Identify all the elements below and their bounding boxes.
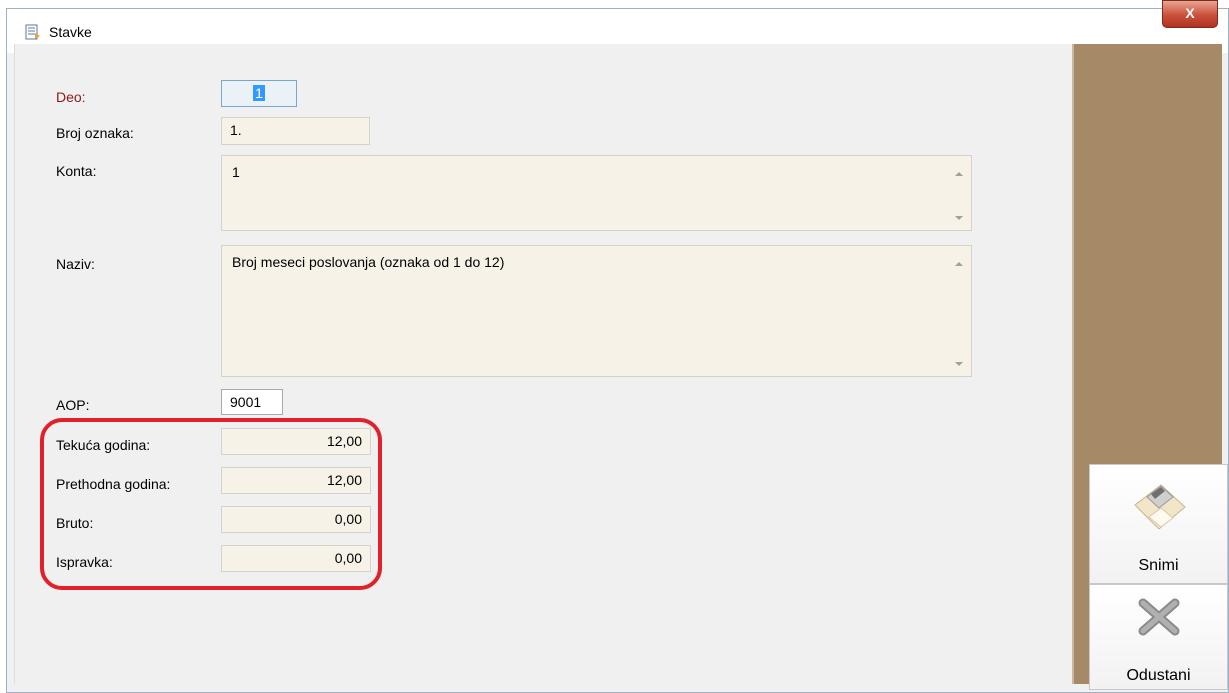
naziv-label: Naziv:: [56, 256, 95, 272]
broj-oznaka-field[interactable]: 1.: [221, 117, 370, 145]
aop-field[interactable]: 9001: [221, 389, 283, 415]
konta-label: Konta:: [56, 163, 97, 179]
konta-value: 1: [232, 164, 240, 180]
konta-scrollbar[interactable]: [952, 158, 969, 228]
floppy-disk-icon: [1133, 484, 1186, 530]
close-button[interactable]: X: [1162, 0, 1218, 28]
highlight-annotation: [40, 418, 382, 590]
konta-field[interactable]: 1: [221, 155, 972, 231]
save-label: Snimi: [1138, 557, 1179, 574]
window-form-icon: [25, 24, 40, 40]
scroll-up-icon[interactable]: [955, 172, 963, 176]
naziv-value: Broj meseci poslovanja (oznaka od 1 do 1…: [232, 254, 505, 270]
cancel-label: Odustani: [1126, 667, 1191, 684]
scroll-down-icon[interactable]: [955, 362, 963, 366]
naziv-field[interactable]: Broj meseci poslovanja (oznaka od 1 do 1…: [221, 245, 972, 377]
deo-field[interactable]: 1: [221, 80, 297, 107]
deo-label: Deo:: [56, 89, 86, 105]
broj-oznaka-label: Broj oznaka:: [56, 125, 134, 141]
scroll-up-icon[interactable]: [955, 262, 963, 266]
save-button[interactable]: Snimi: [1089, 464, 1228, 584]
deo-value: 1: [253, 85, 265, 101]
scroll-down-icon[interactable]: [955, 216, 963, 220]
close-x-icon: [1138, 598, 1179, 636]
window-title: Stavke: [49, 24, 92, 40]
cancel-button[interactable]: Odustani: [1089, 584, 1228, 690]
naziv-scrollbar[interactable]: [952, 248, 969, 374]
aop-label: AOP:: [56, 397, 90, 413]
